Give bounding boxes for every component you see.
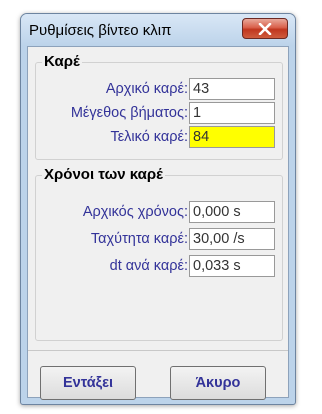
dialog-title: Ρυθμίσεις βίντεο κλιπ bbox=[29, 22, 172, 39]
dt-per-frame-input[interactable] bbox=[189, 255, 275, 277]
start-frame-label: Αρχικό καρέ: bbox=[105, 81, 188, 97]
step-size-label: Μέγεθος βήματος: bbox=[70, 105, 188, 121]
dt-per-frame-row: dt ανά καρέ: bbox=[110, 255, 275, 277]
ok-button[interactable]: Εντάξει bbox=[40, 366, 136, 400]
start-time-row: Αρχικός χρόνος: bbox=[83, 201, 275, 223]
start-time-label: Αρχικός χρόνος: bbox=[82, 204, 188, 220]
footer-divider bbox=[28, 350, 288, 351]
cancel-button[interactable]: Άκυρο bbox=[170, 366, 266, 400]
end-frame-row: Τελικό καρέ: bbox=[110, 126, 275, 148]
start-frame-input[interactable] bbox=[189, 78, 275, 100]
frame-rate-input[interactable] bbox=[189, 228, 275, 250]
end-frame-label: Τελικό καρέ: bbox=[110, 129, 188, 145]
dialog-body: Καρέ Αρχικό καρέ: Μέγεθος βήματος: Τελικ… bbox=[27, 46, 289, 400]
frame-rate-row: Ταχύτητα καρέ: bbox=[91, 228, 275, 250]
title-bar[interactable]: Ρυθμίσεις βίντεο κλιπ bbox=[21, 14, 295, 46]
frame-rate-label: Ταχύτητα καρέ: bbox=[90, 231, 188, 247]
start-time-input[interactable] bbox=[189, 201, 275, 223]
end-frame-input[interactable] bbox=[189, 126, 275, 148]
frame-times-group: Χρόνοι των καρέ Αρχικός χρόνος: Ταχύτητα… bbox=[35, 166, 283, 341]
video-clip-settings-dialog: Ρυθμίσεις βίντεο κλιπ Καρέ Αρχικό καρέ: … bbox=[20, 13, 296, 405]
close-button[interactable] bbox=[242, 18, 288, 39]
frames-group-title: Καρέ bbox=[42, 53, 82, 70]
frames-group: Καρέ Αρχικό καρέ: Μέγεθος βήματος: Τελικ… bbox=[35, 53, 283, 160]
dt-per-frame-label: dt ανά καρέ: bbox=[109, 258, 188, 274]
close-icon bbox=[258, 23, 272, 35]
frame-times-group-title: Χρόνοι των καρέ bbox=[42, 166, 165, 183]
step-size-input[interactable] bbox=[189, 102, 275, 124]
start-frame-row: Αρχικό καρέ: bbox=[106, 78, 275, 100]
step-size-row: Μέγεθος βήματος: bbox=[71, 102, 275, 124]
